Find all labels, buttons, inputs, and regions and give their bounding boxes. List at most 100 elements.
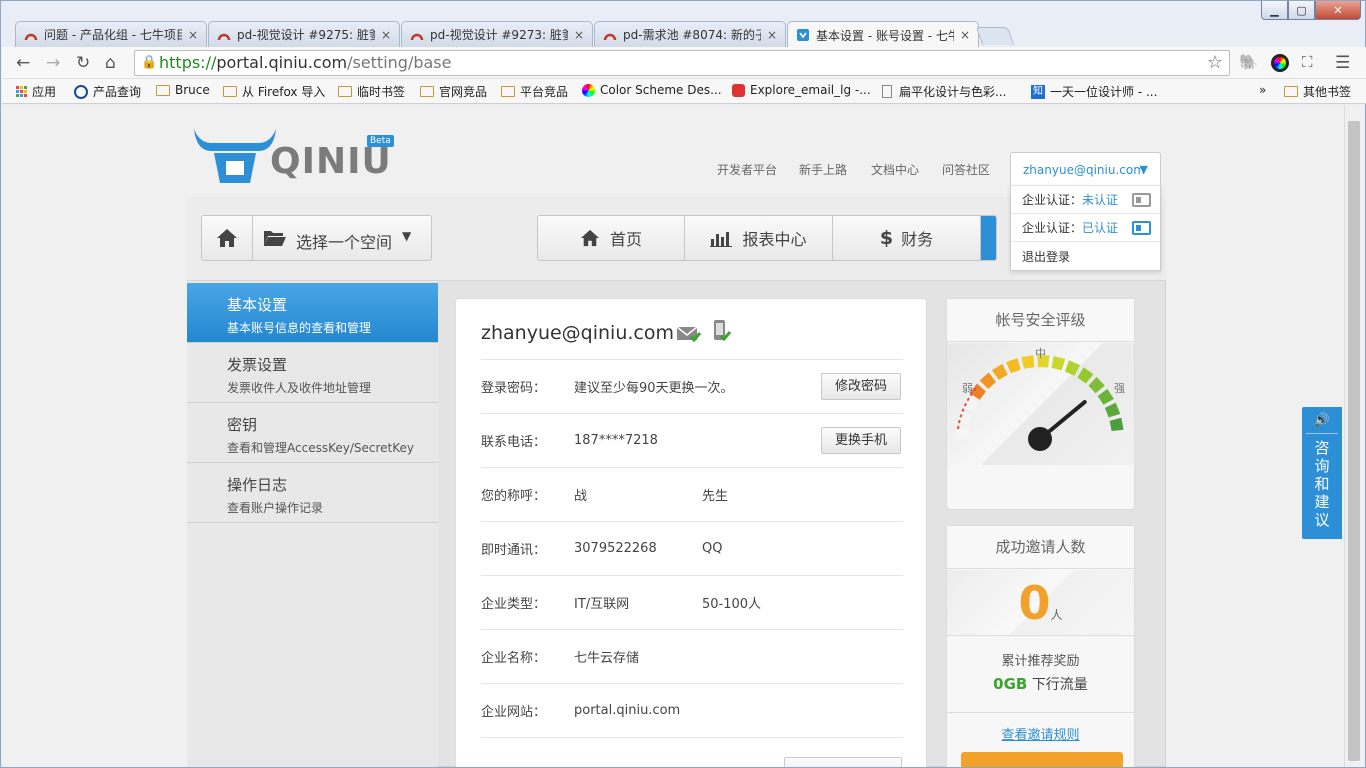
bookmark-item[interactable]: 产品查询 bbox=[74, 83, 141, 100]
scrollbar-thumb[interactable] bbox=[1348, 121, 1360, 761]
bookmark-item[interactable]: Explore_email_lg -... bbox=[732, 83, 871, 97]
back-icon[interactable]: ← bbox=[16, 53, 30, 73]
bookmark-folder[interactable]: Bruce bbox=[156, 83, 210, 97]
sidebar-item-logs[interactable]: 操作日志 查看账户操作记录 bbox=[187, 463, 438, 523]
tab-close-icon[interactable]: × bbox=[960, 28, 970, 42]
row-phone: 联系电话： 187****7218 更换手机 bbox=[481, 414, 903, 468]
tab-reports[interactable]: 报表中心 bbox=[685, 216, 833, 260]
home-icon[interactable]: ⌂ bbox=[105, 53, 116, 73]
color-picker-extension-icon[interactable] bbox=[1271, 54, 1289, 72]
tab-close-icon[interactable]: × bbox=[574, 28, 584, 42]
gauge-mid-label: 中 bbox=[1035, 347, 1046, 360]
email-verified-icon bbox=[676, 326, 702, 343]
logo-text: QINIU bbox=[270, 141, 392, 182]
bookmark-item[interactable]: Color Scheme Des... bbox=[582, 83, 722, 97]
gauge-segment bbox=[1064, 360, 1081, 376]
tab-close-icon[interactable]: × bbox=[188, 28, 198, 42]
tab-finance-label: 财务 bbox=[901, 230, 934, 249]
topnav-community[interactable]: 问答社区 bbox=[942, 161, 990, 178]
enterprise-auth-unverified[interactable]: 企业认证： 未认证 bbox=[1011, 186, 1160, 214]
user-menu-button[interactable]: zhanyue@qiniu.com ▼ bbox=[1010, 152, 1161, 186]
tab-finance[interactable]: $ 财务 bbox=[833, 216, 981, 260]
gauge-area: 弱 中 强 bbox=[947, 343, 1134, 465]
divider bbox=[947, 712, 1134, 713]
folder-icon bbox=[223, 86, 237, 97]
change-password-button[interactable]: 修改密码 bbox=[821, 373, 901, 400]
gauge-segment bbox=[979, 372, 997, 389]
enterprise-auth-verified[interactable]: 企业认证： 已认证 bbox=[1011, 214, 1160, 242]
logout-item[interactable]: 退出登录 bbox=[1011, 242, 1160, 270]
maximize-button[interactable]: ▢ bbox=[1288, 1, 1315, 20]
bookmark-other-folder[interactable]: 其他书签 bbox=[1284, 83, 1351, 100]
invite-button[interactable] bbox=[961, 752, 1123, 767]
new-tab-button[interactable] bbox=[975, 27, 1015, 45]
security-rating-widget: 帐号安全评级 弱 中 强 bbox=[946, 298, 1135, 510]
reload-icon[interactable]: ↻ bbox=[76, 53, 90, 73]
topnav-developer[interactable]: 开发者平台 bbox=[717, 161, 777, 178]
bookmarks-more-icon[interactable]: » bbox=[1259, 83, 1266, 97]
reward-unit: 下行流量 bbox=[1031, 677, 1088, 693]
qiniu-logo[interactable]: QINIU Beta bbox=[190, 123, 394, 187]
forward-icon[interactable]: → bbox=[46, 53, 60, 73]
gauge-segment bbox=[1097, 388, 1114, 405]
page-scrollbar[interactable] bbox=[1344, 105, 1364, 767]
window-controls: ▁ ▢ ✕ bbox=[1261, 1, 1361, 21]
web-page: QINIU Beta 开发者平台 新手上路 文档中心 问答社区 选择一个空间 ▼… bbox=[2, 105, 1344, 767]
edit-button[interactable] bbox=[784, 757, 902, 767]
close-window-button[interactable]: ✕ bbox=[1315, 1, 1361, 20]
topnav-docs[interactable]: 文档中心 bbox=[871, 161, 919, 178]
feedback-float-tab[interactable]: 🔊 咨 询 和 建 议 bbox=[1302, 407, 1342, 539]
minimize-button[interactable]: ▁ bbox=[1261, 1, 1288, 20]
tab-close-icon[interactable]: × bbox=[767, 28, 777, 42]
settings-sidebar: 基本设置 基本账号信息的查看和管理 发票设置 发票收件人及收件地址管理 密钥 查… bbox=[187, 281, 438, 767]
tab-reports-label: 报表中心 bbox=[742, 230, 807, 249]
phone-verified-icon bbox=[714, 320, 732, 342]
row-name: 您的称呼： 战 先生 bbox=[481, 468, 903, 522]
invite-rules-link[interactable]: 查看邀请规则 bbox=[947, 724, 1134, 743]
security-title: 帐号安全评级 bbox=[947, 299, 1134, 342]
fullscreen-icon[interactable]: ⛶ bbox=[1302, 53, 1313, 71]
bookmark-folder[interactable]: 从 Firefox 导入 bbox=[223, 83, 325, 100]
home-icon bbox=[217, 229, 237, 247]
folder-icon bbox=[420, 86, 434, 97]
sidebar-item-invoice[interactable]: 发票设置 发票收件人及收件地址管理 bbox=[187, 343, 438, 403]
sidebar-item-keys[interactable]: 密钥 查看和管理AccessKey/SecretKey bbox=[187, 403, 438, 463]
address-bar[interactable]: 🔒 https://portal.qiniu.com/setting/base … bbox=[134, 50, 1230, 76]
bookmark-item[interactable]: 扁平化设计与色彩... bbox=[882, 83, 1006, 100]
bookmark-apps[interactable]: 应用 bbox=[16, 83, 56, 100]
id-card-icon bbox=[1132, 221, 1151, 235]
bookmark-folder[interactable]: 官网竞品 bbox=[420, 83, 487, 100]
row-company-type: 企业类型： IT/互联网 50-100人 bbox=[481, 576, 903, 630]
sidebar-item-basic-settings[interactable]: 基本设置 基本账号信息的查看和管理 bbox=[187, 283, 438, 343]
bookmark-folder[interactable]: 平台竞品 bbox=[501, 83, 568, 100]
gauge-segment bbox=[1104, 402, 1121, 418]
site-icon bbox=[732, 83, 745, 97]
tab-close-icon[interactable]: × bbox=[381, 28, 391, 42]
topnav-getting-started[interactable]: 新手上路 bbox=[799, 161, 847, 178]
browser-tab[interactable]: 问题 - 产品化组 - 七牛项目 × bbox=[15, 21, 207, 47]
folder-open-icon bbox=[264, 231, 286, 246]
browser-tab[interactable]: pd-视觉设计 #9273: 脏爹 × bbox=[401, 21, 593, 47]
space-selector[interactable]: 选择一个空间 ▼ bbox=[201, 215, 432, 261]
gauge-segment bbox=[1109, 417, 1124, 432]
change-phone-button[interactable]: 更换手机 bbox=[821, 427, 901, 454]
tab-account-active[interactable] bbox=[981, 216, 996, 260]
bookmark-item[interactable]: 知一天一位设计师 - ... bbox=[1031, 83, 1157, 100]
browser-tab[interactable]: pd-视觉设计 #9275: 脏爹 × bbox=[208, 21, 400, 47]
bookmark-folder[interactable]: 临时书签 bbox=[338, 83, 405, 100]
browser-tab-active[interactable]: 基本设置 - 账号设置 - 七牛 × bbox=[787, 21, 979, 48]
bookmark-star-icon[interactable]: ☆ bbox=[1207, 51, 1223, 75]
menu-icon[interactable]: ☰ bbox=[1335, 53, 1350, 73]
home-button[interactable] bbox=[202, 216, 253, 260]
tab-home[interactable]: 首页 bbox=[538, 216, 685, 260]
gauge-strong-label: 强 bbox=[1114, 382, 1125, 395]
gauge-segment bbox=[1051, 356, 1066, 371]
colorwheel-icon bbox=[582, 83, 595, 97]
qiniu-favicon-icon bbox=[797, 29, 809, 41]
browser-tab[interactable]: pd-需求池 #8074: 新的子 × bbox=[594, 21, 786, 47]
account-email: zhanyue@qiniu.com bbox=[481, 322, 674, 344]
evernote-icon[interactable]: 🐘 bbox=[1239, 53, 1258, 71]
main-nav-tabs: 首页 报表中心 $ 财务 bbox=[537, 215, 997, 261]
dollar-icon: $ bbox=[879, 227, 894, 249]
folder-icon bbox=[156, 84, 170, 96]
